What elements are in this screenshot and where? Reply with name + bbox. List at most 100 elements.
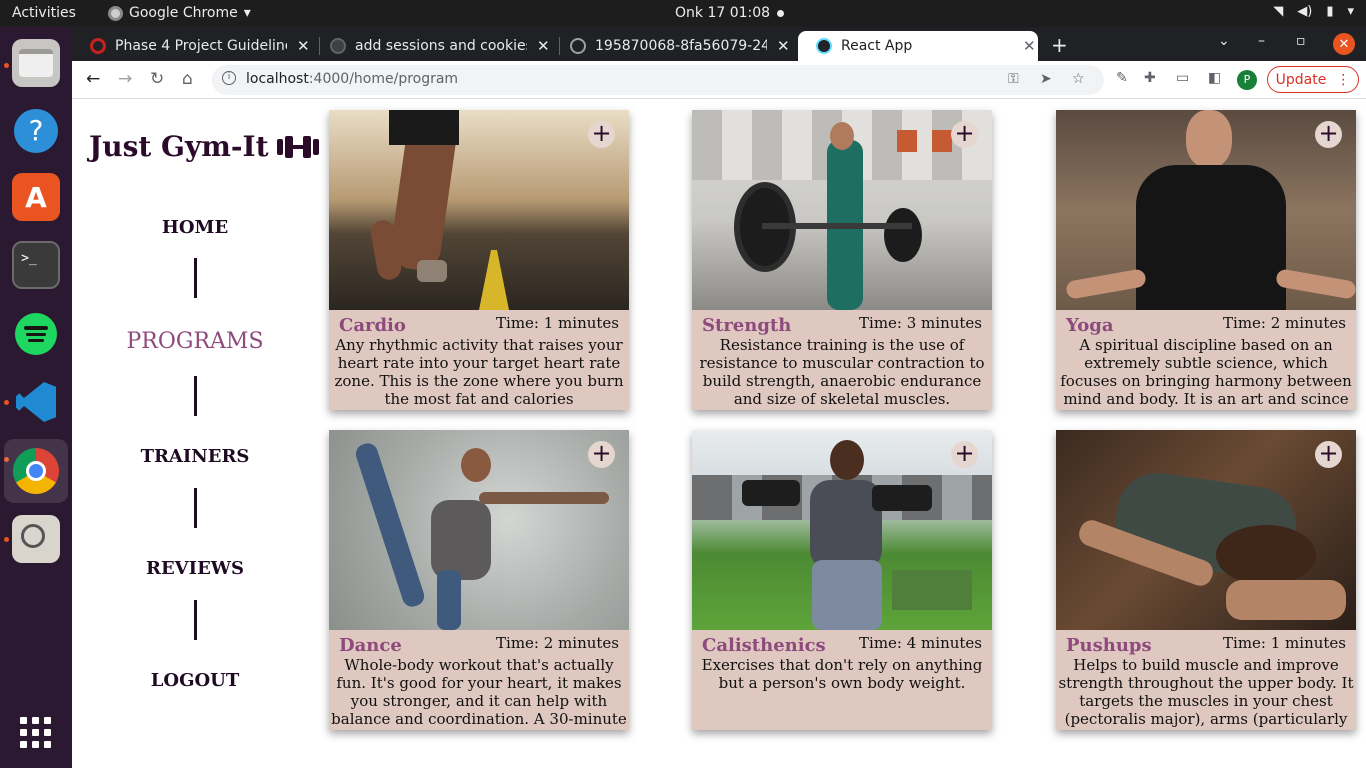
program-image [1056,430,1356,630]
close-icon[interactable]: ✕ [777,37,790,55]
key-icon[interactable]: ⚿ [1008,71,1019,87]
cast-icon[interactable]: ▭ [1176,70,1189,86]
add-icon[interactable]: + [951,121,978,148]
terminal-icon[interactable]: >_ [12,241,60,289]
nav-reviews[interactable]: REVIEWS [72,558,318,579]
tab-image[interactable]: 195870068-8fa56079-248f ✕ [552,31,798,61]
program-description: Any rhythmic activity that raises your h… [334,336,624,408]
program-description: A spiritual discipline based on an extre… [1060,336,1352,410]
tab-search-icon[interactable]: ⌄ [1218,33,1230,49]
send-icon[interactable]: ➤ [1040,71,1052,87]
program-name: Yoga [1066,315,1114,336]
files-icon[interactable] [12,39,60,87]
tab-strip: Phase 4 Project Guideline ✕ add sessions… [72,27,1366,61]
app-menu-label: Google Chrome [129,5,238,21]
program-card-pushups[interactable]: + Pushups Time: 1 minutes Helps to build… [1056,430,1356,730]
add-icon[interactable]: + [1315,121,1342,148]
tab-sessions-cookies[interactable]: add sessions and cookies ✕ [312,31,558,61]
system-tray[interactable]: ◥ ◀) ▮ ▾ [1273,4,1354,19]
program-image [1056,110,1356,310]
address-bar[interactable]: i localhost:4000/home/program ⚿ ➤ ☆ [212,65,1104,95]
side-panel-icon[interactable]: ◧ [1208,70,1221,86]
program-time: Time: 4 minutes [859,634,982,652]
program-name: Strength [702,315,792,336]
home-icon[interactable]: ⌂ [182,69,193,89]
add-icon[interactable]: + [588,121,615,148]
program-name: Dance [339,635,402,656]
nav-logout[interactable]: LOGOUT [72,670,318,691]
activities-button[interactable]: Activities [12,5,76,21]
clock[interactable]: Onk 17 01:08 [675,5,770,21]
wifi-icon: ◥ [1273,4,1284,19]
program-image [692,110,992,310]
program-name: Pushups [1066,635,1152,656]
page-content: Just Gym-It HOME PROGRAMS TRAINERS REVIE… [72,100,1366,768]
add-icon[interactable]: + [588,441,615,468]
program-description: Exercises that don't rely on anything bu… [701,656,983,692]
nav-divider [194,488,197,528]
chrome-icon[interactable] [4,439,68,503]
program-description: Whole-body workout that's actually fun. … [331,656,627,730]
program-description: Helps to build muscle and improve streng… [1058,656,1354,730]
tab-react-app[interactable]: React App ✕ [798,31,1038,61]
app-store-icon[interactable]: A [12,173,60,221]
program-time: Time: 2 minutes [496,634,619,652]
new-tab-button[interactable]: + [1051,33,1068,57]
program-image [329,110,629,310]
chevron-down-icon: ▾ [243,5,251,21]
program-card-strength[interactable]: + Strength Time: 3 minutes Resistance tr… [692,110,992,410]
close-icon[interactable]: ✕ [537,37,550,55]
dumbbell-icon [276,135,319,158]
reload-icon[interactable]: ↻ [150,69,164,89]
site-info-icon[interactable]: i [222,71,236,85]
profile-avatar[interactable]: P [1237,70,1257,90]
program-description: Resistance training is the use of resist… [699,336,985,408]
close-icon[interactable]: ✕ [297,37,310,55]
program-image [692,430,992,630]
maximize-icon[interactable]: ▫ [1296,33,1306,49]
globe-icon [570,38,586,54]
update-label: Update [1275,71,1327,88]
program-image [329,430,629,630]
program-time: Time: 1 minutes [496,314,619,332]
tab-phase-4[interactable]: Phase 4 Project Guideline ✕ [72,31,318,61]
add-icon[interactable]: + [951,441,978,468]
system-top-bar: Activities Google Chrome ▾ Onk 17 01:08 … [0,0,1366,27]
spotify-icon[interactable] [12,310,60,358]
close-icon[interactable]: ✕ [1023,37,1036,55]
nav-trainers[interactable]: TRAINERS [72,446,318,467]
close-window-icon[interactable]: ✕ [1333,33,1355,55]
add-icon[interactable]: + [1315,441,1342,468]
program-time: Time: 3 minutes [859,314,982,332]
show-applications-icon[interactable] [20,717,52,749]
tab-title: Phase 4 Project Guideline [115,38,287,54]
program-card-calisthenics[interactable]: + Calisthenics Time: 4 minutes Exercises… [692,430,992,730]
nav-home[interactable]: HOME [72,217,318,238]
program-card-cardio[interactable]: + Cardio Time: 1 minutes Any rhythmic ac… [329,110,629,410]
help-icon[interactable]: ? [12,107,60,155]
more-vertical-icon: ⋮ [1336,71,1351,88]
eyedropper-extension-icon[interactable]: ✎ [1116,70,1128,86]
vscode-icon[interactable] [12,378,60,426]
minimize-icon[interactable]: – [1258,33,1265,49]
running-indicator-icon [4,400,9,405]
app-menu[interactable]: Google Chrome ▾ [108,5,251,21]
update-button[interactable]: Update ⋮ [1267,66,1359,93]
chrome-icon [108,5,123,21]
chevron-down-icon: ▾ [1347,4,1354,19]
nav-divider [194,258,197,298]
nav-programs[interactable]: PROGRAMS [72,329,318,354]
url-text[interactable]: localhost:4000/home/program [246,71,458,87]
program-time: Time: 2 minutes [1223,314,1346,332]
brand-title: Just Gym-It [89,130,269,163]
github-icon [330,38,346,54]
bookmark-star-icon[interactable]: ☆ [1072,71,1085,87]
notification-dot-icon [777,10,784,17]
back-icon[interactable]: ← [86,69,100,89]
program-card-yoga[interactable]: + Yoga Time: 2 minutes A spiritual disci… [1056,110,1356,410]
program-card-dance[interactable]: + Dance Time: 2 minutes Whole-body worko… [329,430,629,730]
image-viewer-icon[interactable] [12,515,60,563]
extensions-icon[interactable]: ✚ [1144,70,1156,86]
battery-icon: ▮ [1326,4,1334,19]
forward-icon[interactable]: → [118,69,132,89]
